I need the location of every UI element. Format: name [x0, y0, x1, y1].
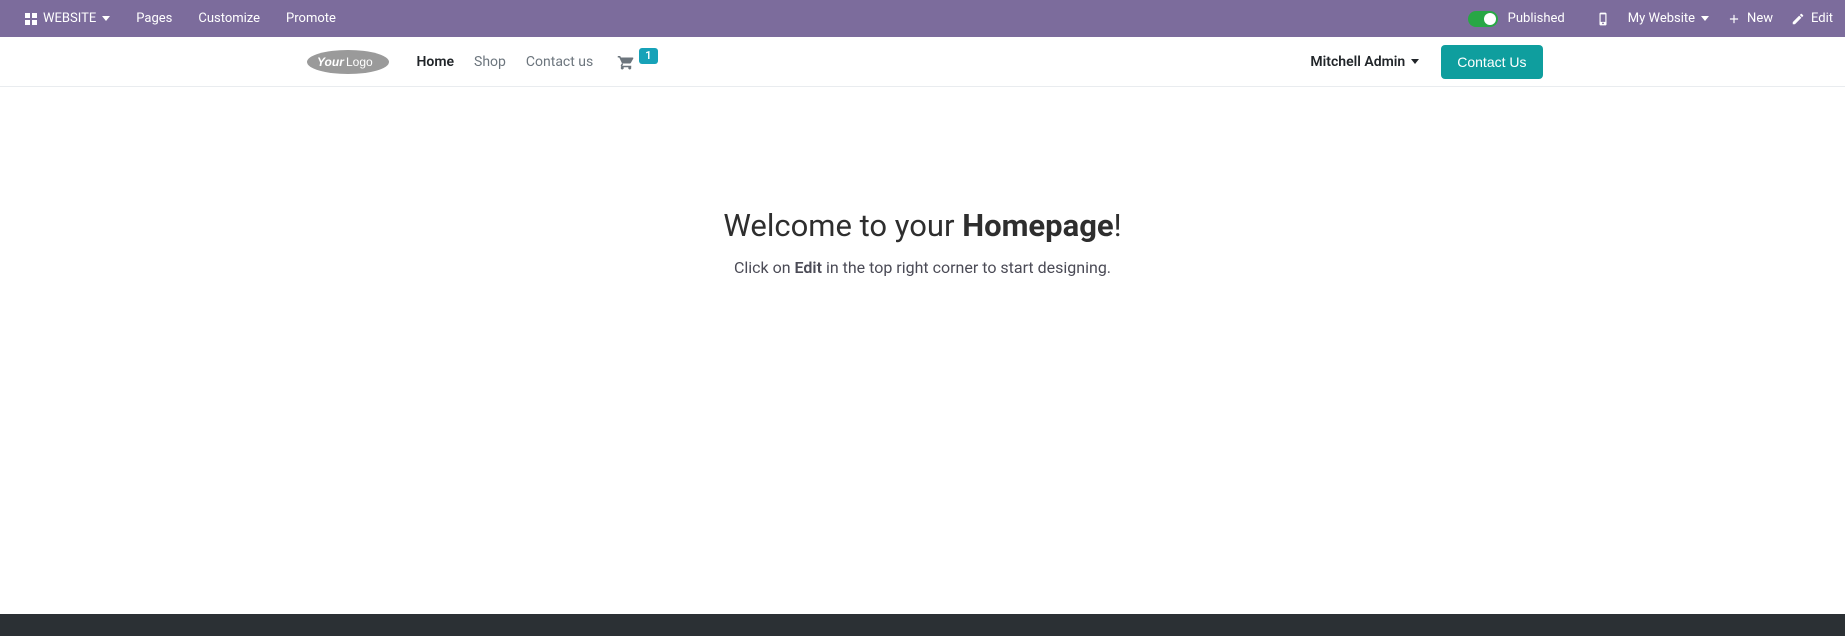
website-menu-label: WEBSITE	[43, 11, 96, 26]
hero-title-pre: Welcome to your	[723, 207, 962, 244]
admin-bar-right: Published My Website New Edit	[1455, 0, 1833, 37]
nav-shop[interactable]: Shop	[474, 54, 506, 70]
admin-bar-left: WEBSITE Pages Customize Promote	[12, 0, 349, 37]
customize-label: Customize	[198, 11, 260, 26]
edit-label: Edit	[1811, 11, 1833, 26]
logo-icon: Your Logo	[303, 47, 393, 77]
my-website-label: My Website	[1628, 11, 1695, 26]
site-logo[interactable]: Your Logo	[303, 47, 393, 77]
pages-label: Pages	[136, 11, 172, 26]
main-content: Welcome to your Homepage! Click on Edit …	[0, 87, 1845, 614]
apps-icon	[25, 13, 37, 25]
promote-menu[interactable]: Promote	[273, 0, 349, 37]
publish-toggle-group[interactable]: Published	[1455, 0, 1578, 37]
new-label: New	[1747, 11, 1773, 26]
logo-text-1: Your	[317, 55, 345, 69]
plus-icon	[1727, 12, 1741, 26]
site-nav: Your Logo Home Shop Contact us 1 Mitchel…	[0, 37, 1845, 87]
website-menu[interactable]: WEBSITE	[12, 0, 123, 37]
cart-button[interactable]: 1	[617, 53, 657, 71]
hero-title-bold: Homepage	[962, 207, 1113, 244]
mobile-icon	[1596, 12, 1610, 26]
hero-sub-pre: Click on	[734, 258, 795, 277]
nav-links: Home Shop Contact us	[417, 54, 594, 70]
edit-button[interactable]: Edit	[1791, 0, 1833, 37]
user-name: Mitchell Admin	[1310, 54, 1405, 70]
cart-badge: 1	[639, 48, 657, 64]
hero-title: Welcome to your Homepage!	[723, 207, 1121, 244]
pencil-icon	[1791, 12, 1805, 26]
contact-us-button[interactable]: Contact Us	[1441, 45, 1542, 79]
nav-home[interactable]: Home	[417, 54, 455, 70]
hero-title-post: !	[1114, 207, 1122, 244]
new-button[interactable]: New	[1727, 0, 1773, 37]
hero-sub-post: in the top right corner to start designi…	[822, 258, 1111, 277]
customize-menu[interactable]: Customize	[185, 0, 273, 37]
cart-icon	[617, 53, 635, 71]
published-label: Published	[1508, 11, 1565, 26]
site-nav-right: Mitchell Admin Contact Us	[1310, 45, 1542, 79]
pages-menu[interactable]: Pages	[123, 0, 185, 37]
nav-contact[interactable]: Contact us	[526, 54, 593, 70]
caret-down-icon	[1701, 16, 1709, 21]
admin-bar: WEBSITE Pages Customize Promote Publishe…	[0, 0, 1845, 37]
my-website-menu[interactable]: My Website	[1628, 0, 1709, 37]
user-menu[interactable]: Mitchell Admin	[1310, 54, 1419, 70]
mobile-preview-button[interactable]	[1596, 0, 1610, 37]
site-nav-inner: Your Logo Home Shop Contact us 1 Mitchel…	[303, 45, 1543, 79]
hero-sub-bold: Edit	[795, 258, 822, 277]
caret-down-icon	[1411, 59, 1419, 64]
logo-text-2: Logo	[346, 55, 373, 69]
published-toggle[interactable]	[1468, 11, 1498, 27]
footer-bar	[0, 614, 1845, 636]
caret-down-icon	[102, 16, 110, 21]
promote-label: Promote	[286, 11, 336, 26]
hero-subtitle: Click on Edit in the top right corner to…	[734, 258, 1111, 277]
